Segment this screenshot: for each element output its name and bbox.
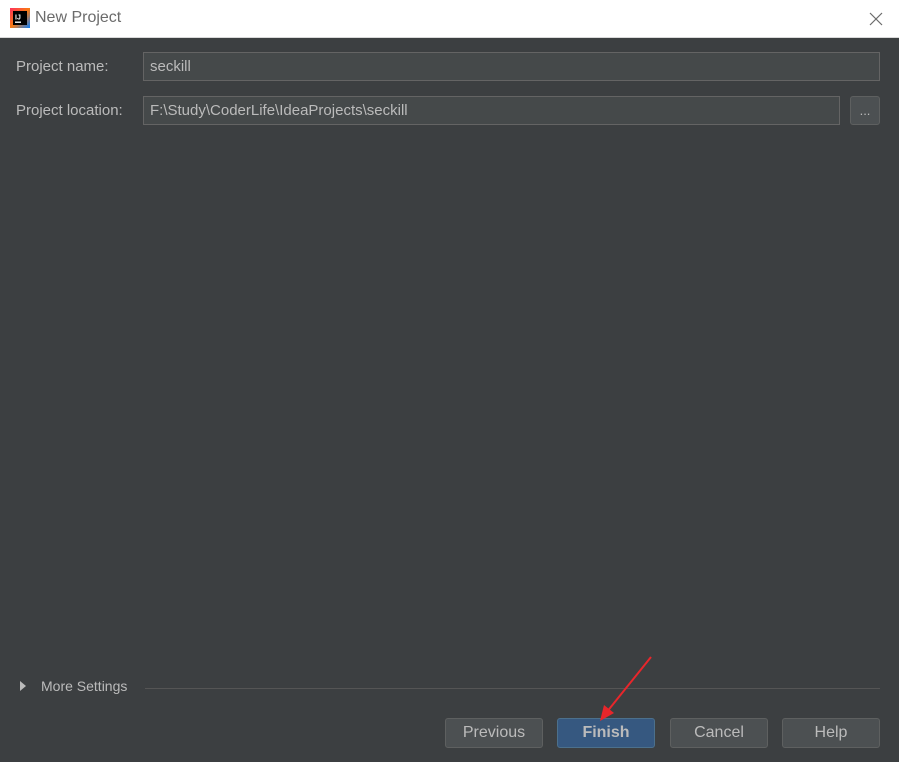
intellij-idea-icon: IJ — [10, 8, 30, 28]
close-icon — [869, 12, 883, 25]
finish-button[interactable]: Finish — [557, 718, 655, 748]
window-title: New Project — [35, 9, 122, 26]
help-button[interactable]: Help — [782, 718, 880, 748]
project-location-label: Project location: — [16, 102, 123, 119]
project-name-input[interactable]: seckill — [143, 52, 880, 81]
project-name-label: Project name: — [16, 58, 109, 75]
project-location-input[interactable]: F:\Study\CoderLife\IdeaProjects\seckill — [143, 96, 840, 125]
cancel-button[interactable]: Cancel — [670, 718, 768, 748]
more-settings-toggle[interactable]: More Settings — [20, 678, 127, 694]
title-bar: IJ New Project — [0, 0, 899, 38]
triangle-right-icon — [20, 681, 26, 691]
previous-button[interactable]: Previous — [445, 718, 543, 748]
more-settings-label: More Settings — [41, 678, 128, 694]
close-button[interactable] — [853, 0, 899, 37]
separator — [145, 688, 880, 689]
svg-text:IJ: IJ — [15, 15, 21, 22]
browse-button[interactable]: ... — [850, 96, 880, 125]
new-project-dialog: IJ New Project Project name: seckill Pro… — [0, 0, 899, 762]
